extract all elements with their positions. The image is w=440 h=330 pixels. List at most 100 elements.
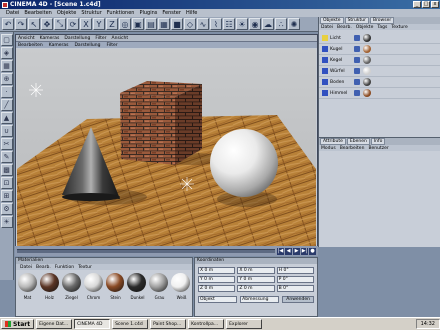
menu-datei[interactable]: Datei — [6, 10, 19, 16]
visibility-icon[interactable] — [354, 68, 360, 74]
z-axis-button[interactable]: Z — [106, 18, 118, 30]
attr-tab-ebenen[interactable]: Ebenen — [346, 138, 370, 145]
object-row[interactable]: Boden — [319, 77, 440, 88]
undo-button[interactable]: ↶ — [2, 18, 14, 30]
apply-button[interactable]: Anwenden — [282, 296, 314, 303]
material-tag-icon[interactable] — [363, 34, 371, 42]
world-button[interactable]: ◎ — [119, 18, 131, 30]
material-preview[interactable] — [127, 273, 147, 292]
start-button[interactable]: Start — [1, 319, 35, 329]
sun-button[interactable]: ✺ — [288, 18, 300, 30]
coordinate-field[interactable]: Y 0 m — [198, 276, 236, 283]
taskbar-item-scene-1-c4d[interactable]: Scene 1.c4d — [112, 319, 149, 329]
visibility-icon[interactable] — [354, 46, 360, 52]
visibility-icon[interactable] — [354, 57, 360, 63]
viewport-menu-bearbeiten[interactable]: Bearbeiten — [18, 43, 43, 48]
object-tool-button[interactable]: ◈ — [0, 47, 13, 59]
spline-button[interactable]: ∿ — [197, 18, 209, 30]
material-menu-funktion[interactable]: Funktion — [55, 265, 74, 270]
move-button[interactable]: ✥ — [41, 18, 53, 30]
viewport-header-kameras[interactable]: Kameras — [40, 36, 60, 41]
edge-tool-button[interactable]: ╱ — [0, 99, 13, 111]
y-axis-button[interactable]: Y — [93, 18, 105, 30]
polygon-tool-button[interactable]: ▲ — [0, 112, 13, 124]
taskbar-item-eigene-dat[interactable]: Eigene Dat... — [36, 319, 73, 329]
coordinate-field[interactable]: Y 0 m — [237, 276, 275, 283]
material-preview[interactable] — [105, 273, 125, 292]
snap-button[interactable]: ⊞ — [0, 190, 13, 202]
menu-fenster[interactable]: Fenster — [162, 10, 181, 16]
close-button[interactable]: x — [431, 1, 439, 8]
material-tag-icon[interactable] — [363, 89, 371, 97]
object-row[interactable]: Licht — [319, 33, 440, 44]
material-tag-icon[interactable] — [363, 78, 371, 86]
attr-menu-modus[interactable]: Modus — [321, 146, 336, 151]
material-tag-icon[interactable] — [363, 45, 371, 53]
brush-tool-button[interactable]: ✎ — [0, 151, 13, 163]
maximize-button[interactable]: □ — [422, 1, 430, 8]
object-menu-datei[interactable]: Datei — [321, 25, 333, 30]
knife-tool-button[interactable]: ✂ — [0, 138, 13, 150]
material-preview[interactable] — [39, 273, 59, 292]
menu-objekte[interactable]: Objekte — [57, 10, 77, 16]
coordinate-field[interactable]: X 0 m — [237, 267, 275, 274]
object-menu-bearb[interactable]: Bearb. — [337, 25, 352, 30]
play-button[interactable]: ▶ — [293, 247, 300, 255]
coordinate-field[interactable]: B 0° — [276, 285, 314, 292]
coordinate-field[interactable]: H 0° — [276, 267, 314, 274]
gear-button[interactable]: ⚙ — [0, 203, 13, 215]
x-axis-button[interactable]: X — [80, 18, 92, 30]
minimize-button[interactable]: _ — [413, 1, 421, 8]
step-back-button[interactable]: ◀ — [285, 247, 292, 255]
record-button[interactable]: ● — [309, 247, 316, 255]
go-end-button[interactable]: ▶| — [301, 247, 308, 255]
object-menu-objekte[interactable]: Objekte — [356, 25, 374, 30]
render-picture-button[interactable]: ▤ — [145, 18, 157, 30]
object-row[interactable]: Himmel — [319, 88, 440, 99]
viewport-header-ansicht[interactable]: Ansicht — [112, 36, 129, 41]
point-tool-button[interactable]: · — [0, 86, 13, 98]
material-preview[interactable] — [149, 273, 169, 292]
material-tab[interactable]: Materialien — [18, 258, 43, 264]
model-tool-button[interactable]: ▢ — [0, 34, 13, 46]
material-preview[interactable] — [61, 273, 81, 292]
menu-funktionen[interactable]: Funktionen — [107, 10, 135, 16]
object-row[interactable]: Würfel — [319, 66, 440, 77]
magnet-tool-button[interactable]: ∪ — [0, 125, 13, 137]
menu-bearbeiten[interactable]: Bearbeiten — [24, 10, 51, 16]
render-view-button[interactable]: ▣ — [132, 18, 144, 30]
menu-hilfe[interactable]: Hilfe — [186, 10, 197, 16]
visibility-icon[interactable] — [354, 79, 360, 85]
object-menu-texture[interactable]: Texture — [391, 25, 407, 30]
taskbar-item-cinema-4d[interactable]: CINEMA 4D — [74, 319, 111, 329]
material-tag-icon[interactable] — [363, 67, 371, 75]
checker-button[interactable]: ▩ — [0, 164, 13, 176]
attr-tab-attribute[interactable]: Attribute — [320, 138, 346, 145]
nurbs-button[interactable]: ◇ — [184, 18, 196, 30]
scale-button[interactable]: ⤡ — [54, 18, 66, 30]
timeline[interactable]: |◀ ◀ ▶ ▶| ● — [15, 246, 318, 256]
particle-button[interactable]: ∴ — [275, 18, 287, 30]
light-button[interactable]: ☀ — [236, 18, 248, 30]
material-preview[interactable] — [83, 273, 103, 292]
cursor-button[interactable]: ↖ — [28, 18, 40, 30]
material-preview[interactable] — [171, 273, 190, 292]
object-menu-tags[interactable]: Tags — [377, 25, 387, 30]
viewport-canvas[interactable] — [17, 49, 316, 246]
deformer-button[interactable]: ⌇ — [210, 18, 222, 30]
material-menu-bearb[interactable]: Bearb. — [36, 265, 51, 270]
tab-struktur[interactable]: Struktur — [344, 17, 369, 24]
coordinate-field[interactable]: Z 0 m — [237, 285, 275, 292]
material-menu-datei[interactable]: Datei — [20, 265, 32, 270]
object-row[interactable]: Kugel — [319, 44, 440, 55]
material-menu-textur[interactable]: Textur — [78, 265, 92, 270]
axis-tool-button[interactable]: ⊕ — [0, 73, 13, 85]
taskbar-item-paint-shop[interactable]: Paint Shop... — [150, 319, 187, 329]
viewport-header-darstellung[interactable]: Darstellung — [64, 36, 90, 41]
go-start-button[interactable]: |◀ — [277, 247, 284, 255]
scene-button[interactable]: ☷ — [223, 18, 235, 30]
coordinate-field[interactable]: Z 0 m — [198, 285, 236, 292]
cube-button[interactable]: ■ — [171, 18, 183, 30]
redo-button[interactable]: ↷ — [15, 18, 27, 30]
viewport-menu-filter[interactable]: Filter — [106, 43, 117, 48]
